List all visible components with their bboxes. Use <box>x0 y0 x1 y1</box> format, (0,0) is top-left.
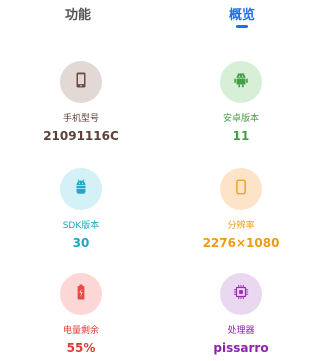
device-overview-page: 功能 概览 手机型号 21091116C 安卓版本 11 SDK版本 30 分辨… <box>0 0 323 361</box>
card-sdk-version: SDK版本 30 <box>16 168 146 251</box>
sdk-version-label: SDK版本 <box>62 221 100 231</box>
processor-icon-circle <box>220 273 262 315</box>
battery-icon-circle <box>60 273 102 315</box>
android-icon <box>232 71 250 93</box>
phone-model-icon-circle <box>60 61 102 103</box>
android-version-icon-circle <box>220 61 262 103</box>
chip-icon <box>232 283 250 305</box>
processor-value: pissarro <box>213 341 269 355</box>
phone-icon <box>72 71 90 93</box>
card-resolution: 分辨率 2276×1080 <box>176 168 306 251</box>
card-phone-model: 手机型号 21091116C <box>16 61 146 144</box>
card-android-version: 安卓版本 11 <box>176 61 306 144</box>
resolution-icon-circle <box>220 168 262 210</box>
phone-model-label: 手机型号 <box>62 114 99 124</box>
tab-bar: 功能 概览 <box>0 0 323 34</box>
processor-label: 处理器 <box>227 326 255 336</box>
battery-icon <box>72 283 90 305</box>
resolution-value: 2276×1080 <box>202 236 280 250</box>
battery-label: 电量剩余 <box>62 326 99 336</box>
card-processor: 处理器 pissarro <box>176 273 306 356</box>
card-battery: 电量剩余 55% <box>16 273 146 356</box>
sdk-version-value: 30 <box>72 236 90 250</box>
resolution-label: 分辨率 <box>227 221 255 231</box>
android-robot-icon <box>72 178 90 200</box>
screen-icon <box>232 178 250 200</box>
tab-overview[interactable]: 概览 <box>197 4 287 23</box>
tab-features[interactable]: 功能 <box>33 4 123 23</box>
android-version-value: 11 <box>232 129 250 143</box>
battery-value: 55% <box>66 341 96 355</box>
phone-model-value: 21091116C <box>43 129 119 143</box>
sdk-version-icon-circle <box>60 168 102 210</box>
android-version-label: 安卓版本 <box>222 114 259 124</box>
active-tab-indicator <box>236 25 248 28</box>
